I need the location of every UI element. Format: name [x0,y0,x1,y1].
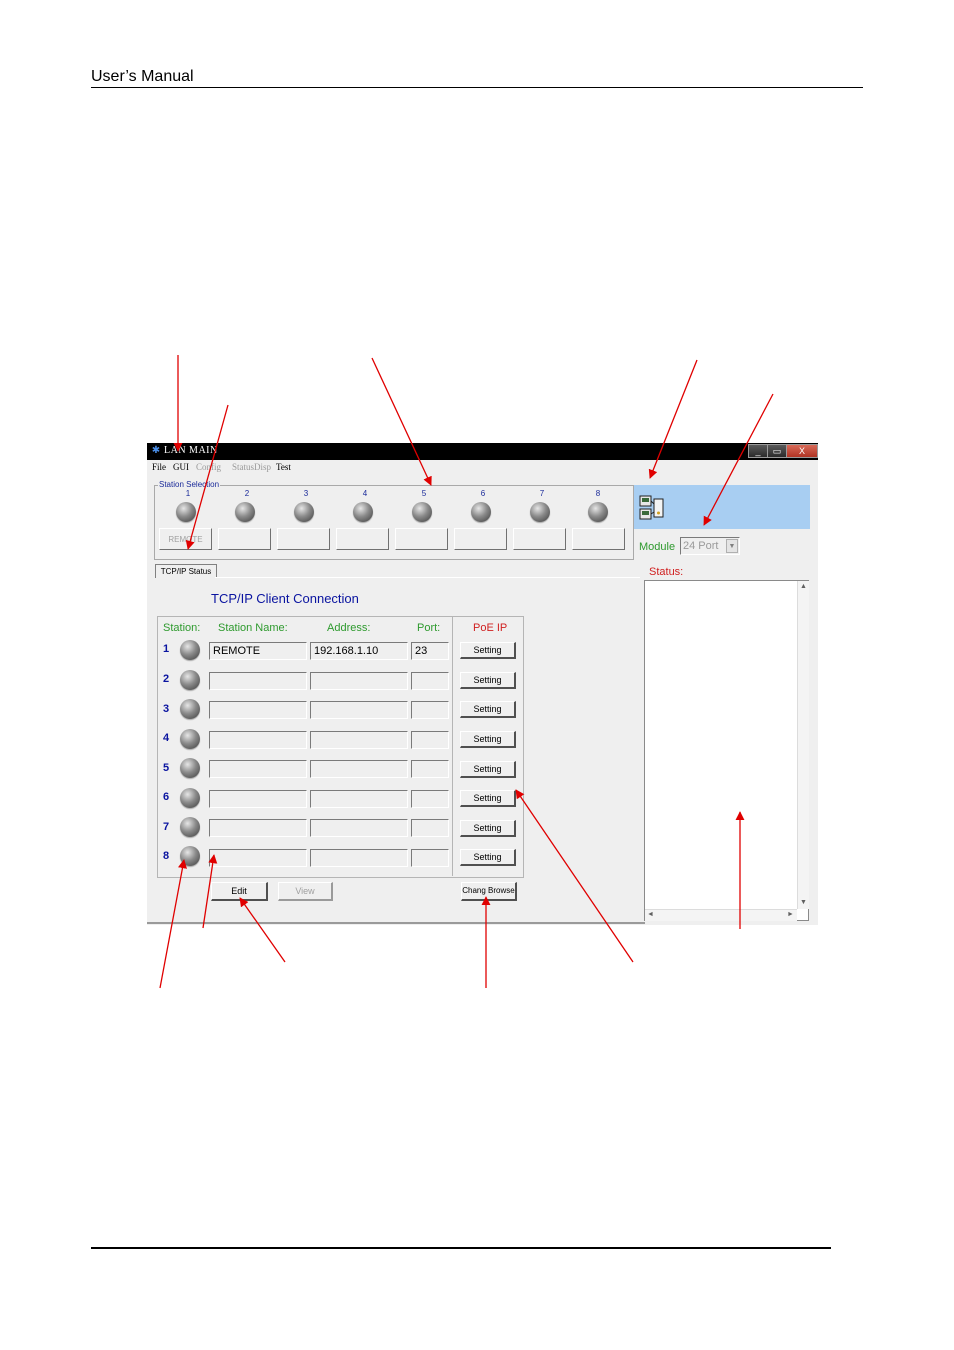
arrow-to-banner [648,359,698,479]
arrow-to-module-select [703,393,774,526]
arrow-to-station-selection [371,357,432,486]
arrow-to-edit-button [239,897,286,963]
arrow-to-remote-button [185,404,229,550]
annotation-arrows [159,355,774,989]
arrow-to-name-field [202,854,218,929]
arrow-to-station-led [159,859,187,989]
footer-rule [91,1247,831,1249]
arrow-to-setting-button [515,789,634,963]
